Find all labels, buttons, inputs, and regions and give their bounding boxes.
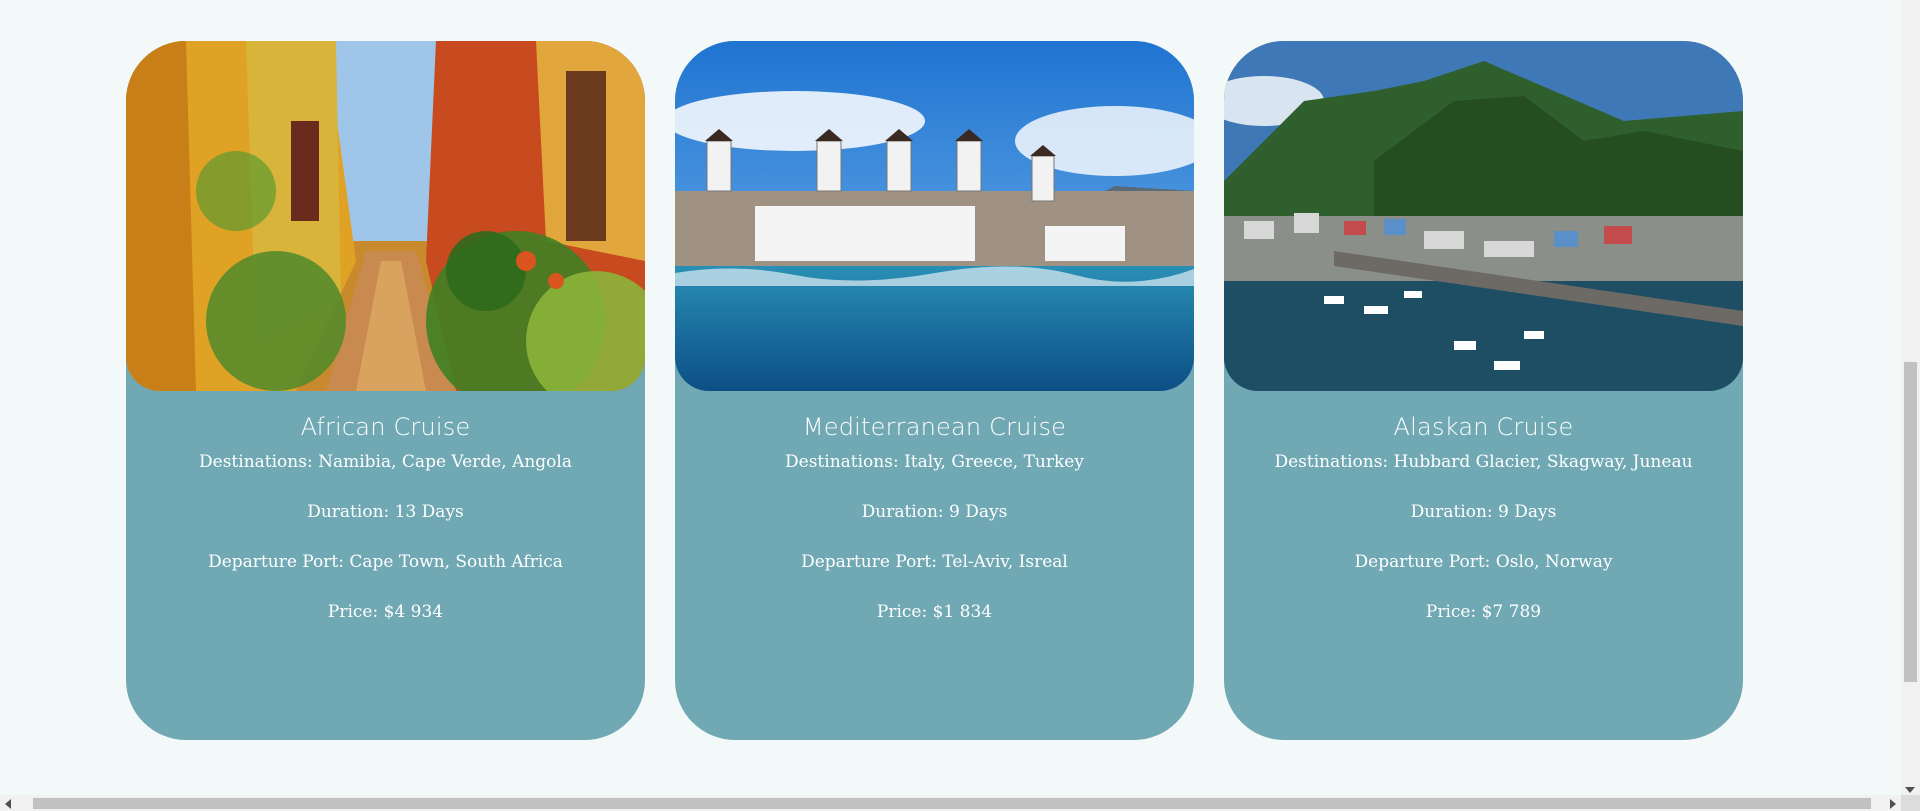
cruise-card-list: African Cruise Destinations: Namibia, Ca… [126,41,1743,740]
page: African Cruise Destinations: Namibia, Ca… [0,0,1920,811]
card-destinations: Destinations: Namibia, Cape Verde, Angol… [199,452,572,472]
card-duration: Duration: 13 Days [307,502,464,522]
card-duration: Duration: 9 Days [861,502,1008,522]
card-title: Mediterranean Cruise [802,413,1067,441]
cruise-card-african[interactable]: African Cruise Destinations: Namibia, Ca… [126,41,645,740]
card-departure-port: Departure Port: Cape Town, South Africa [208,552,563,572]
alaskan-cruise-image [1224,41,1743,391]
vertical-scrollbar-thumb[interactable] [1904,362,1917,682]
card-departure-port: Departure Port: Tel-Aviv, Isreal [801,552,1068,572]
card-price: Price: $7 789 [1425,602,1542,622]
card-destinations: Destinations: Hubbard Glacier, Skagway, … [1274,452,1693,472]
card-title: African Cruise [300,413,471,441]
horizontal-scrollbar[interactable] [0,795,1901,811]
scrollbar-corner [1901,795,1920,811]
card-departure-port: Departure Port: Oslo, Norway [1354,552,1613,572]
african-cruise-image [126,41,645,391]
card-title: Alaskan Cruise [1393,413,1574,441]
cruise-card-alaskan[interactable]: Alaskan Cruise Destinations: Hubbard Gla… [1224,41,1743,740]
horizontal-scrollbar-thumb[interactable] [33,798,1871,809]
vertical-scrollbar[interactable] [1901,0,1920,795]
card-price: Price: $4 934 [327,602,444,622]
scroll-left-arrow-icon[interactable] [5,799,11,809]
cruise-card-mediterranean[interactable]: Mediterranean Cruise Destinations: Italy… [675,41,1194,740]
scroll-right-arrow-icon[interactable] [1890,799,1896,809]
mediterranean-cruise-image [675,41,1194,391]
scroll-down-arrow-icon[interactable] [1905,787,1915,793]
card-duration: Duration: 9 Days [1410,502,1557,522]
card-price: Price: $1 834 [876,602,993,622]
card-destinations: Destinations: Italy, Greece, Turkey [785,452,1084,472]
